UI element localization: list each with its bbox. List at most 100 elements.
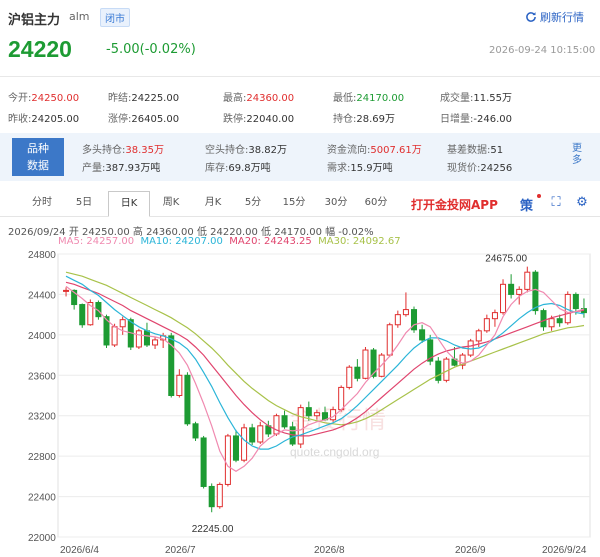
expand-arrows-icon[interactable]: ⛶ <box>548 196 564 210</box>
x-tick-label: 2026/6/4 <box>60 545 99 556</box>
stat-cell: 成交量:11.55万 <box>440 89 512 104</box>
candle-body <box>184 374 191 425</box>
tab-period[interactable]: 周K <box>152 191 190 217</box>
notification-dot <box>537 194 541 198</box>
variety-data-label: 基差数据: <box>447 145 491 156</box>
candle-body <box>346 366 353 388</box>
candle-body <box>297 407 304 445</box>
candle-body <box>305 407 312 417</box>
variety-data-cell: 库存:69.8万吨 <box>205 159 271 174</box>
variety-data-label: 现货价: <box>447 163 481 174</box>
settings-icon[interactable]: ⚙ <box>574 196 590 210</box>
stat-cell: 涨停:26405.00 <box>108 110 179 125</box>
variety-data-cell: 基差数据:51 <box>447 141 503 156</box>
variety-data-cell: 需求:15.9万吨 <box>327 159 393 174</box>
refresh-button[interactable]: 刷新行情 <box>525 9 584 25</box>
candle-body <box>402 309 409 316</box>
candle-body <box>386 324 393 356</box>
contract-title: 沪铝主力 <box>8 13 61 28</box>
stat-cell: 最低:24170.00 <box>333 89 404 104</box>
more-link[interactable]: 更多 <box>571 143 583 167</box>
y-tick-label: 22000 <box>28 533 56 544</box>
period-tabs: 分时 5日 日K 周K 月K 5分 15分 30分 60分 <box>0 191 600 217</box>
candle-body <box>176 374 183 396</box>
tab-period[interactable]: 日K <box>108 191 150 217</box>
stat-label: 跌停: <box>223 114 247 125</box>
stat-value: 24250.00 <box>31 93 80 104</box>
stat-label: 日增量: <box>440 114 474 125</box>
strategy-button[interactable]: 策 <box>520 195 533 214</box>
kline-chart[interactable]: 24800 24400 24000 23600 23200 22800 22400 22000… <box>0 248 600 557</box>
price-change: -5.00(-0.02%) <box>106 42 196 57</box>
ma10-value: MA10: 24207.00 <box>140 236 223 247</box>
stat-label: 最低: <box>333 93 357 104</box>
stat-label: 持仓: <box>333 114 357 125</box>
last-price: 24220 <box>8 36 72 62</box>
stat-label: 涨停: <box>108 114 132 125</box>
candle-body <box>419 329 426 341</box>
stat-value: 28.69万 <box>356 114 396 125</box>
y-tick-label: 22400 <box>28 493 56 504</box>
candle-body <box>516 288 523 295</box>
tab-period[interactable]: 5日 <box>66 191 102 217</box>
stat-label: 昨结: <box>108 93 132 104</box>
stat-value: 24360.00 <box>246 93 295 104</box>
stat-value: 24225.00 <box>131 93 180 104</box>
x-tick-label: 2026/8 <box>314 545 345 556</box>
low-annotation: 22245.00 <box>192 524 234 535</box>
x-tick-label: 2026/9/24 <box>542 545 587 556</box>
variety-data-value: 69.8万吨 <box>228 163 271 174</box>
candle-body <box>435 360 442 381</box>
candle-body <box>200 437 207 487</box>
stat-cell: 持仓:28.69万 <box>333 110 395 125</box>
refresh-icon <box>526 12 536 22</box>
divider <box>0 76 600 77</box>
tab-period[interactable]: 分时 <box>22 191 62 217</box>
candle-body <box>548 318 555 328</box>
candle-body <box>532 271 539 312</box>
tab-period[interactable]: 5分 <box>237 191 269 217</box>
x-tick-label: 2026/9 <box>455 545 486 556</box>
variety-tag-line1: 品种 <box>27 142 49 155</box>
stat-value: 22040.00 <box>246 114 295 125</box>
variety-data-tag[interactable]: 品种 数据 <box>12 138 64 176</box>
candle-body <box>313 412 320 417</box>
candle-body <box>281 415 288 428</box>
candle-body <box>111 326 118 346</box>
ma-info-line: MA5: 24257.00 MA10: 24207.00 MA20: 24243… <box>58 236 401 247</box>
candle-body <box>467 340 474 356</box>
market-status-badge: 闭市 <box>100 8 130 27</box>
candle-body <box>241 427 248 461</box>
variety-data-cell: 多头持仓:38.35万 <box>82 141 164 156</box>
stat-cell: 昨结:24225.00 <box>108 89 179 104</box>
variety-data-label: 多头持仓: <box>82 145 126 156</box>
candle-body <box>338 386 345 411</box>
stat-value: -246.00 <box>473 114 512 125</box>
candle-body <box>475 330 482 342</box>
y-tick-label: 24800 <box>28 250 56 261</box>
variety-data-value: 24256 <box>480 163 513 174</box>
tab-period[interactable]: 15分 <box>276 191 312 217</box>
variety-data-label: 产量: <box>82 163 106 174</box>
candle-body <box>224 435 231 485</box>
header-bar: 沪铝主力 alm 闭市 刷新行情 <box>0 0 600 30</box>
tab-period[interactable]: 月K <box>194 191 232 217</box>
variety-data-value: 51 <box>490 145 504 156</box>
tab-period[interactable]: 30分 <box>318 191 354 217</box>
variety-data-value: 38.82万 <box>248 145 288 156</box>
tab-period[interactable]: 60分 <box>358 191 394 217</box>
stat-label: 成交量: <box>440 93 474 104</box>
stat-value: 26405.00 <box>131 114 180 125</box>
candle-body <box>208 485 215 508</box>
open-app-promo-link[interactable]: 打开金投网APP <box>411 196 498 213</box>
y-tick-label: 23200 <box>28 412 56 423</box>
chart-frame <box>57 253 591 538</box>
variety-tag-line2: 数据 <box>27 159 49 172</box>
candle-body <box>491 312 498 320</box>
candle-body <box>556 318 563 324</box>
y-tick-label: 22800 <box>28 452 56 463</box>
candle-body <box>540 310 547 328</box>
candle-body <box>63 289 70 292</box>
stat-label: 最高: <box>223 93 247 104</box>
stat-cell: 最高:24360.00 <box>223 89 294 104</box>
